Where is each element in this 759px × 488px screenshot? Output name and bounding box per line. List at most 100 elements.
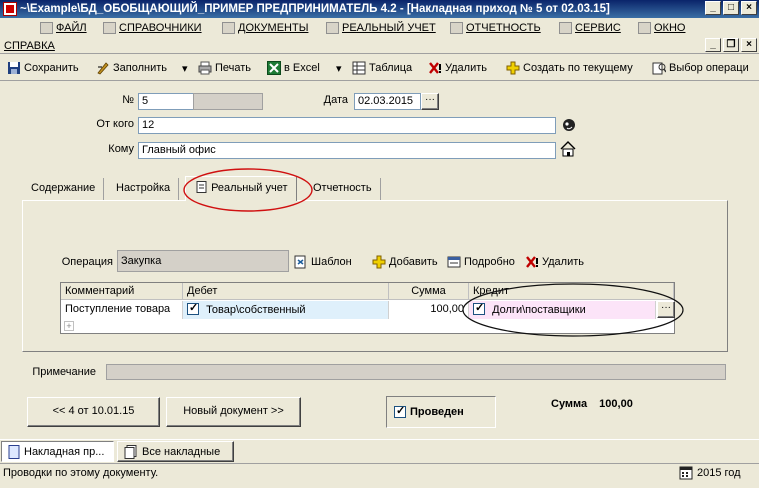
status-bar: Проводки по этому документу. 2015 год (0, 463, 759, 481)
menu-directories[interactable]: СПРАВОЧНИКИ (103, 20, 202, 36)
contact-face-icon[interactable] (562, 118, 576, 135)
tab-settings[interactable]: Настройка (108, 178, 180, 200)
note-field[interactable] (106, 364, 726, 380)
chevron-down-icon: ▾ (182, 62, 188, 75)
column-header-debit[interactable]: Дебет (183, 283, 389, 300)
operation-select-icon (652, 61, 667, 75)
number-label: № (122, 94, 134, 106)
number-field[interactable]: 5 (138, 93, 194, 110)
operation-field[interactable]: Закупка (117, 250, 289, 272)
menu-bar: ФАЙЛ СПРАВОЧНИКИ ДОКУМЕНТЫ РЕАЛЬНЫЙ УЧЕТ… (0, 18, 759, 54)
total-sum: Сумма 100,00 (551, 398, 633, 410)
delete-button[interactable]: Удалить (428, 60, 487, 76)
note-label: Примечание (32, 366, 96, 378)
tab-content[interactable]: Содержание (23, 178, 105, 200)
excel-export-button[interactable]: в Excel (267, 60, 320, 76)
column-header-comment[interactable]: Комментарий (61, 283, 183, 300)
save-icon (7, 61, 21, 75)
window-taskbar: Накладная пр... Все накладные (0, 439, 759, 462)
column-header-sum[interactable]: Сумма (389, 283, 469, 300)
posted-toggle[interactable]: Проведен (386, 396, 496, 428)
delete-x-icon (525, 255, 539, 269)
printer-icon (198, 61, 212, 75)
taskbar-tab-all-invoices[interactable]: Все накладные (117, 441, 234, 462)
minimize-button[interactable]: _ (705, 1, 721, 15)
details-button[interactable]: Подробно (447, 254, 515, 270)
ellipsis-icon: ··· (425, 94, 435, 105)
mdi-restore-button[interactable]: ❐ (723, 38, 739, 52)
to-field[interactable]: Главный офис (138, 142, 556, 159)
excel-icon (267, 61, 281, 75)
cell-sum[interactable]: 100,00 (389, 301, 469, 319)
table-icon (352, 61, 366, 75)
menu-real-accounting[interactable]: РЕАЛЬНЫЙ УЧЕТ (326, 20, 436, 36)
app-icon (3, 2, 17, 16)
status-text: Проводки по этому документу. (3, 467, 159, 479)
menu-file[interactable]: ФАЙЛ (40, 20, 87, 36)
tab-reports[interactable]: Отчетность (305, 178, 381, 200)
calendar-icon (679, 466, 693, 480)
delete-entry-button[interactable]: Удалить (525, 254, 584, 270)
delete-x-icon (428, 61, 442, 75)
print-button[interactable]: Печать (198, 60, 251, 76)
details-icon (447, 255, 461, 269)
date-label: Дата (323, 94, 348, 106)
menu-service[interactable]: СЕРВИС (559, 20, 621, 36)
template-icon (294, 255, 308, 269)
to-label: Кому (108, 143, 134, 155)
select-operation-button[interactable]: Выбор операци (652, 60, 749, 76)
chevron-down-icon: ▾ (336, 62, 342, 75)
real-accounting-menu-icon (326, 22, 339, 34)
menu-window[interactable]: ОКНО (638, 20, 685, 36)
mdi-minimize-button[interactable]: _ (705, 38, 721, 52)
new-document-button[interactable]: Новый документ >> (166, 397, 301, 427)
file-menu-icon (40, 22, 53, 34)
documents-menu-icon (222, 22, 235, 34)
highlight-ellipse (183, 168, 313, 212)
cell-debit[interactable]: Товар\собственный (183, 301, 389, 319)
highlight-ellipse-credit (462, 283, 684, 337)
date-field[interactable]: 02.03.2015 (354, 93, 421, 110)
menu-help[interactable]: СПРАВКА (4, 38, 55, 54)
create-from-current-button[interactable]: Создать по текущему (506, 60, 633, 76)
directories-menu-icon (103, 22, 116, 34)
window-menu-icon (638, 22, 651, 34)
posted-checkbox[interactable] (394, 404, 406, 418)
debit-checkbox[interactable] (187, 301, 199, 315)
documents-stack-icon (124, 444, 138, 459)
number-suffix-field (193, 93, 263, 110)
previous-document-button[interactable]: << 4 от 10.01.15 (27, 397, 160, 427)
title-bar: ~\Example\БД_ОБОБЩАЮЩИЙ_ПРИМЕР ПРЕДПРИНИ… (0, 0, 759, 18)
home-icon[interactable] (559, 140, 577, 161)
from-field[interactable]: 12 (138, 117, 556, 134)
expand-icon[interactable]: + (64, 321, 74, 331)
menu-documents[interactable]: ДОКУМЕНТЫ (222, 20, 308, 36)
window-title: ~\Example\БД_ОБОБЩАЮЩИЙ_ПРИМЕР ПРЕДПРИНИ… (20, 3, 610, 15)
reports-menu-icon (450, 22, 463, 34)
fill-button[interactable]: Заполнить (96, 60, 167, 76)
cell-comment[interactable]: Поступление товара (61, 301, 183, 319)
add-entry-button[interactable]: Добавить (372, 254, 438, 270)
plus-icon (506, 61, 520, 75)
fill-icon (96, 61, 110, 75)
service-menu-icon (559, 22, 572, 34)
table-button[interactable]: Таблица (352, 60, 412, 76)
save-button[interactable]: Сохранить (7, 60, 79, 76)
status-year[interactable]: 2015 год (679, 466, 741, 480)
maximize-button[interactable]: □ (723, 1, 739, 15)
close-button[interactable]: × (741, 1, 757, 15)
document-icon (8, 444, 20, 459)
menu-reports[interactable]: ОТЧЕТНОСТЬ (450, 20, 541, 36)
from-label: От кого (96, 118, 134, 130)
excel-dropdown-arrow[interactable]: ▾ (336, 60, 342, 76)
fill-dropdown-arrow[interactable]: ▾ (182, 60, 188, 76)
template-button[interactable]: Шаблон (294, 254, 352, 270)
plus-icon (372, 255, 386, 269)
mdi-close-button[interactable]: × (741, 38, 757, 52)
date-picker-button[interactable]: ··· (421, 93, 439, 110)
operation-label: Операция (61, 256, 113, 268)
total-sum-value: 100,00 (599, 398, 633, 410)
taskbar-tab-invoice[interactable]: Накладная пр... (1, 441, 114, 462)
toolbar: Сохранить Заполнить ▾ Печать в Excel ▾ Т… (0, 55, 759, 81)
total-sum-label: Сумма (551, 398, 588, 410)
